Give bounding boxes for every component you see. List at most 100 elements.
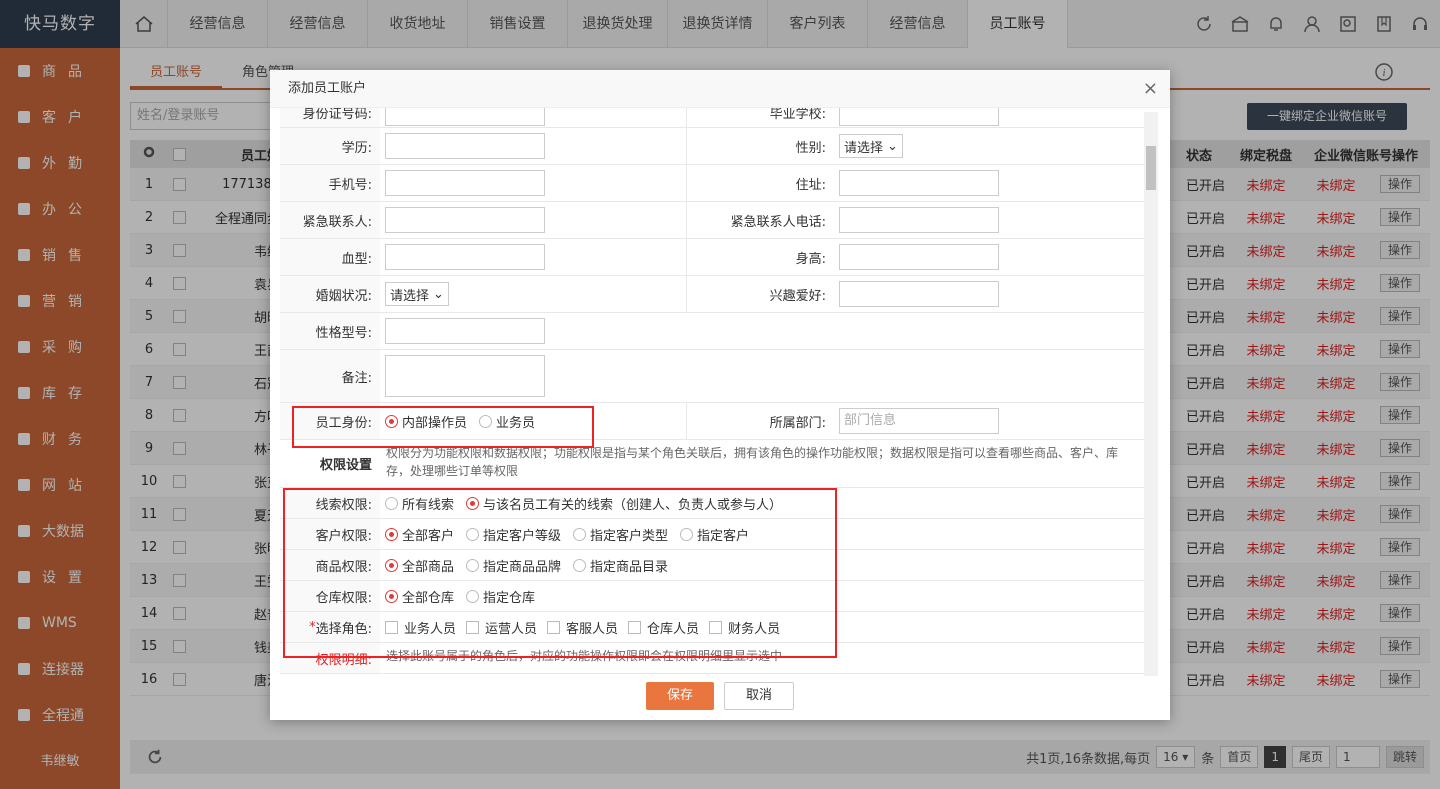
radio-label: 指定客户等级 (483, 528, 562, 544)
label-id-card: 身份证号码: (280, 108, 380, 127)
label-gender: 性别: (686, 128, 834, 164)
emergency-phone-input[interactable] (839, 207, 999, 233)
radio-label: 内部操作员 (402, 415, 468, 431)
permission-section-title: 权限设置 (280, 440, 380, 487)
phone-input[interactable] (385, 170, 545, 196)
dialog-title: 添加员工账户 (288, 81, 367, 96)
role-label: 仓库人员 (647, 621, 700, 637)
chevron-down-icon: ⌄ (887, 138, 898, 154)
radio-icon (466, 527, 480, 541)
role-label: 客服人员 (566, 621, 619, 637)
label-customer: 客户权限: (280, 519, 380, 549)
role-label: 运营人员 (485, 621, 538, 637)
scroll-thumb[interactable] (1146, 146, 1156, 190)
radio-icon (573, 558, 587, 572)
goods-catalog-radio[interactable]: 指定商品目录 (573, 556, 668, 575)
customer-type-radio[interactable]: 指定客户类型 (573, 525, 668, 544)
chevron-down-icon: ⌄ (433, 286, 444, 302)
id-card-input[interactable] (385, 108, 545, 126)
cancel-button[interactable]: 取消 (724, 682, 794, 710)
label-identity: 员工身份: (280, 403, 380, 439)
checkbox-icon (709, 620, 723, 634)
permission-detail-note: 选择此账号属于的角色后，对应的功能操作权限即会在权限明细里显示选中 (386, 649, 783, 663)
radio-icon (573, 527, 587, 541)
radio-icon (466, 558, 480, 572)
role-checkbox-0[interactable]: 业务人员 (385, 618, 456, 637)
customer-level-radio[interactable]: 指定客户等级 (466, 525, 561, 544)
label-height: 身高: (686, 239, 834, 275)
personality-input[interactable] (385, 318, 545, 344)
radio-label: 指定商品目录 (590, 559, 669, 575)
school-input[interactable] (839, 108, 999, 126)
radio-icon (680, 527, 694, 541)
clue-related-radio[interactable]: 与该名员工有关的线索（创建人、负责人或参与人） (466, 494, 782, 513)
label-clue: 线索权限: (280, 488, 380, 518)
role-checkbox-4[interactable]: 财务人员 (709, 618, 780, 637)
radio-label: 全部客户 (402, 528, 455, 544)
radio-selected-icon (385, 589, 398, 603)
label-emergency-contact: 紧急联系人: (280, 202, 380, 238)
remark-textarea[interactable] (385, 355, 545, 397)
radio-selected-icon (385, 414, 398, 428)
label-blood: 血型: (280, 239, 380, 275)
checkbox-icon (385, 620, 398, 634)
radio-selected-icon (385, 558, 398, 572)
radio-icon (479, 414, 493, 428)
height-input[interactable] (839, 244, 999, 270)
label-department: 所属部门: (686, 403, 834, 439)
label-goods: 商品权限: (280, 550, 380, 580)
address-input[interactable] (839, 170, 999, 196)
radio-icon (466, 589, 480, 603)
hobby-input[interactable] (839, 281, 999, 307)
marital-value: 请选择 (390, 288, 430, 304)
label-role: * 选择角色: (280, 612, 380, 642)
checkbox-icon (628, 620, 642, 634)
dialog-footer: 保存 取消 (270, 682, 1170, 710)
save-button[interactable]: 保存 (646, 682, 714, 710)
education-input[interactable] (385, 133, 545, 159)
dialog-header: 添加员工账户 × (270, 70, 1170, 108)
role-checkbox-3[interactable]: 仓库人员 (628, 618, 699, 637)
dialog-body: 身份证号码: 毕业学校: 学历: 性别: 请选择 ⌄ 手机号: 住址: 紧急联系人… (280, 108, 1158, 674)
radio-label: 指定客户 (697, 528, 750, 544)
gender-value: 请选择 (844, 140, 884, 156)
marital-select[interactable]: 请选择 ⌄ (385, 282, 449, 306)
label-emergency-phone: 紧急联系人电话: (686, 202, 834, 238)
radio-label: 与该名员工有关的线索（创建人、负责人或参与人） (483, 497, 783, 513)
label-school: 毕业学校: (686, 108, 834, 127)
goods-brand-radio[interactable]: 指定商品品牌 (466, 556, 561, 575)
radio-label: 指定客户类型 (590, 528, 669, 544)
role-checkbox-1[interactable]: 运营人员 (466, 618, 537, 637)
identity-sales-radio[interactable]: 业务员 (479, 412, 535, 431)
clue-all-radio[interactable]: 所有线索 (385, 494, 454, 513)
role-label: 财务人员 (728, 621, 781, 637)
emergency-contact-input[interactable] (385, 207, 545, 233)
label-permission-detail: 权限明细: (280, 643, 380, 673)
dialog-scrollbar[interactable] (1144, 112, 1158, 676)
radio-label: 业务员 (496, 415, 536, 431)
role-checkbox-group: 业务人员 运营人员 客服人员 仓库人员 财务人员 (380, 612, 1080, 642)
gender-select[interactable]: 请选择 ⌄ (839, 134, 903, 158)
department-input[interactable]: 部门信息 (839, 408, 999, 434)
role-checkbox-2[interactable]: 客服人员 (547, 618, 618, 637)
radio-label: 全部商品 (402, 559, 455, 575)
customer-specific-radio[interactable]: 指定客户 (680, 525, 749, 544)
radio-selected-icon (466, 496, 480, 510)
permission-note: 权限分为功能权限和数据权限；功能权限是指与某个角色关联后，拥有该角色的操作功能权… (386, 446, 1119, 478)
close-icon[interactable]: × (1143, 70, 1158, 108)
goods-all-radio[interactable]: 全部商品 (385, 556, 454, 575)
radio-selected-icon (385, 527, 398, 541)
role-label: 业务人员 (404, 621, 457, 637)
radio-label: 指定商品品牌 (483, 559, 562, 575)
warehouse-all-radio[interactable]: 全部仓库 (385, 587, 454, 606)
label-warehouse: 仓库权限: (280, 581, 380, 611)
warehouse-specific-radio[interactable]: 指定仓库 (466, 587, 535, 606)
label-marital: 婚姻状况: (280, 276, 380, 312)
radio-label: 指定仓库 (483, 590, 536, 606)
checkbox-icon (547, 620, 561, 634)
label-remark: 备注: (280, 350, 380, 402)
blood-input[interactable] (385, 244, 545, 270)
label-address: 住址: (686, 165, 834, 201)
customer-all-radio[interactable]: 全部客户 (385, 525, 454, 544)
identity-internal-radio[interactable]: 内部操作员 (385, 412, 467, 431)
